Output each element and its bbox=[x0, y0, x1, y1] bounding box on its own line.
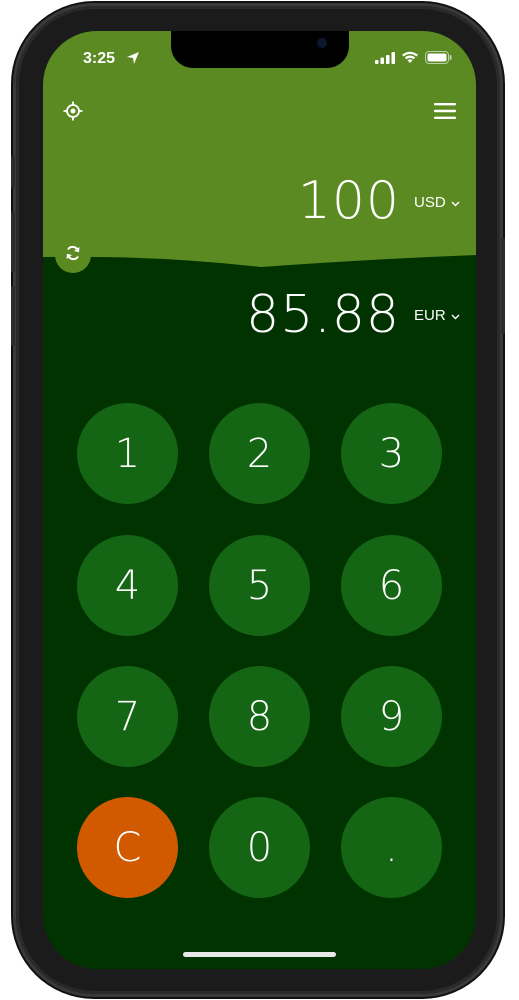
chevron-down-icon bbox=[451, 194, 460, 211]
swap-icon bbox=[64, 244, 82, 267]
decimal-point-button[interactable]: . bbox=[341, 797, 442, 898]
menu-button[interactable] bbox=[432, 101, 458, 125]
to-currency-code: EUR bbox=[414, 307, 446, 324]
to-amount: 85.88 bbox=[246, 285, 400, 345]
key-7[interactable]: 7 bbox=[77, 666, 178, 767]
from-amount: 100 bbox=[297, 171, 400, 231]
power-button bbox=[501, 238, 505, 334]
key-6[interactable]: 6 bbox=[341, 535, 442, 636]
key-9[interactable]: 9 bbox=[341, 666, 442, 767]
screen: 3:25 100 USD 85.88 EUR 1 2 3 4 5 6 7 8 9… bbox=[43, 31, 476, 969]
to-currency-selector[interactable]: EUR bbox=[414, 307, 460, 324]
location-arrow-icon bbox=[126, 51, 140, 70]
key-3[interactable]: 3 bbox=[341, 403, 442, 504]
key-2[interactable]: 2 bbox=[209, 403, 310, 504]
wifi-icon bbox=[401, 51, 419, 69]
from-currency-selector[interactable]: USD bbox=[414, 194, 460, 211]
status-icons bbox=[375, 51, 452, 69]
key-0[interactable]: 0 bbox=[209, 797, 310, 898]
from-currency-code: USD bbox=[414, 194, 446, 211]
crosshair-icon bbox=[63, 101, 83, 126]
status-time: 3:25 bbox=[83, 50, 116, 67]
location-button[interactable] bbox=[61, 101, 85, 125]
volume-down-button bbox=[11, 286, 15, 346]
key-8[interactable]: 8 bbox=[209, 666, 310, 767]
key-4[interactable]: 4 bbox=[77, 535, 178, 636]
silent-switch bbox=[11, 156, 15, 188]
volume-up-button bbox=[11, 212, 15, 272]
battery-icon bbox=[425, 51, 452, 69]
hamburger-menu-icon bbox=[434, 102, 456, 124]
notch bbox=[171, 31, 349, 68]
clear-button[interactable]: C bbox=[77, 797, 178, 898]
camera bbox=[317, 38, 327, 48]
key-1[interactable]: 1 bbox=[77, 403, 178, 504]
home-indicator[interactable] bbox=[183, 952, 336, 957]
cellular-signal-icon bbox=[375, 51, 395, 69]
chevron-down-icon bbox=[451, 307, 460, 324]
swap-button[interactable] bbox=[55, 237, 91, 273]
key-5[interactable]: 5 bbox=[209, 535, 310, 636]
